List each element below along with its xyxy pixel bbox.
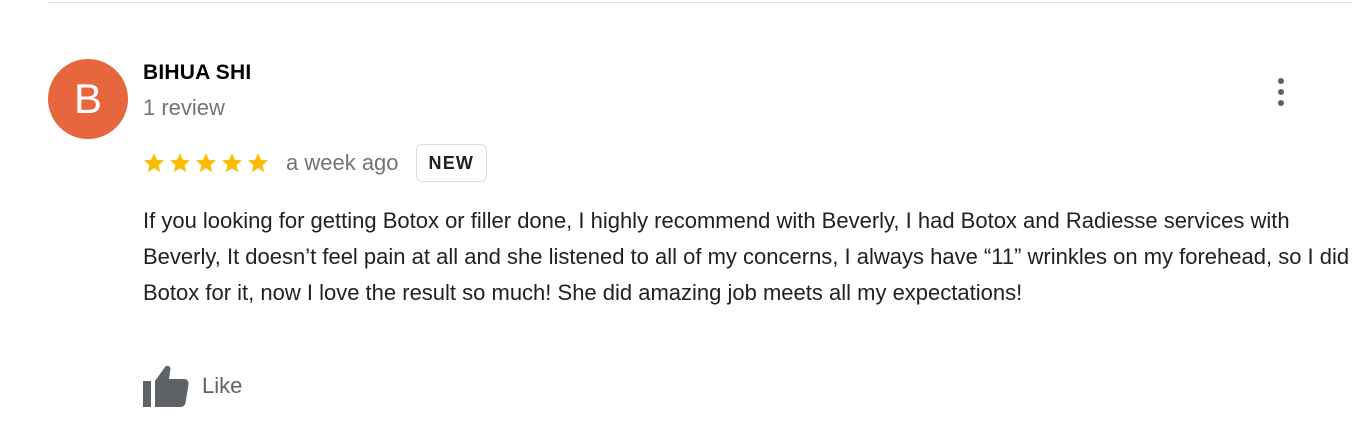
more-vert-icon-dot: [1278, 100, 1284, 106]
avatar[interactable]: B: [48, 59, 128, 139]
star-rating: [142, 151, 270, 175]
star-icon: [222, 153, 242, 173]
author-name[interactable]: BIHUA SHI: [143, 61, 251, 85]
more-vert-icon-dot: [1278, 89, 1284, 95]
star-icon: [248, 153, 268, 173]
more-options-button[interactable]: [1266, 72, 1296, 112]
like-button[interactable]: Like: [142, 364, 242, 408]
more-vert-icon: [1278, 78, 1284, 84]
like-label: Like: [202, 373, 243, 398]
new-badge: NEW: [415, 144, 488, 182]
review-count[interactable]: 1 review: [143, 95, 225, 121]
star-icon: [196, 153, 216, 173]
star-icon: [144, 153, 164, 173]
star-icon: [170, 153, 190, 173]
review-card: B BIHUA SHI 1 review a week ago NEW If y…: [0, 0, 1366, 426]
rating-row: a week ago NEW: [142, 143, 488, 183]
review-time: a week ago: [286, 150, 399, 175]
thumbs-up-icon: [143, 365, 189, 407]
review-text: If you looking for getting Botox or fill…: [143, 208, 1350, 305]
